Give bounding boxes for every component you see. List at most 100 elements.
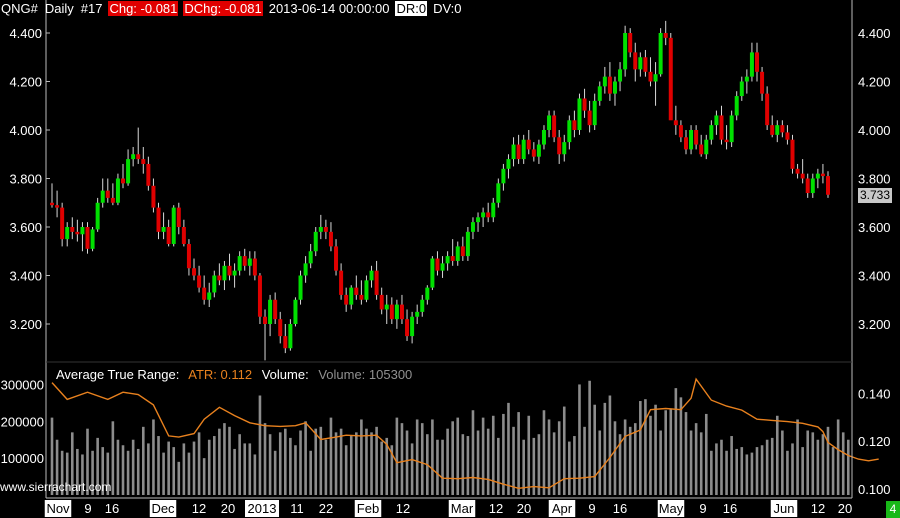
volume-bar: [796, 419, 799, 495]
volume-tick-label: 300000: [1, 377, 44, 392]
candle-body: [481, 212, 486, 218]
price-tick-label-left: 3.200: [9, 317, 42, 332]
volume-bar: [273, 450, 277, 495]
candle-body: [70, 227, 75, 232]
volume-bar: [740, 447, 744, 495]
volume-bar: [192, 441, 196, 495]
chart-number-label: #17: [80, 1, 103, 16]
candle-body: [643, 57, 648, 72]
volume-bar: [420, 423, 424, 495]
candle-up: [171, 205, 176, 247]
candle-body: [65, 227, 70, 240]
chart-header: QNG# Daily #17 Chg: -0.081 DChg: -0.081 …: [0, 0, 467, 17]
volume-bar: [831, 447, 835, 495]
volume-bar: [131, 439, 135, 495]
candle-down: [486, 202, 491, 223]
candle-up: [95, 197, 100, 232]
volume-bar: [633, 423, 637, 495]
candle-body: [770, 125, 775, 135]
volume-bar: [111, 421, 115, 495]
candle-body: [334, 246, 339, 271]
candle-body: [410, 316, 415, 337]
date-tick-label: 9: [588, 501, 595, 516]
volume-bar: [314, 428, 318, 495]
candle-down: [770, 115, 775, 138]
volume-bar: [598, 430, 602, 495]
candle-body: [516, 144, 521, 160]
candle-down: [607, 62, 612, 101]
candle-up: [597, 81, 602, 106]
candle-body: [339, 270, 344, 295]
candle-body: [790, 139, 795, 169]
price-tick-label-left: 3.600: [9, 220, 42, 235]
volume-bar: [116, 439, 120, 495]
candle-body: [110, 197, 115, 203]
candle-body: [618, 69, 623, 82]
volume-bar: [365, 428, 368, 495]
candle-down: [719, 105, 724, 145]
candle-body: [354, 287, 359, 295]
candle-up: [232, 263, 237, 288]
price-chart[interactable]: 3.200 3.200 3.400 3.400 3.600 3.600 3.800 3.800…: [0, 0, 900, 518]
candle-up: [308, 243, 313, 269]
candle-body: [805, 178, 810, 194]
price-candles: [50, 20, 830, 361]
candle-body: [405, 319, 410, 337]
candle-down: [323, 219, 328, 240]
chartbook-tab-indicator[interactable]: 4: [886, 501, 900, 518]
candle-up: [455, 241, 460, 266]
candle-body: [460, 246, 465, 257]
candle-down: [648, 57, 653, 87]
candle-body: [638, 57, 643, 70]
date-tick-label: 20: [221, 501, 235, 516]
date-tick-label: 16: [105, 501, 119, 516]
candle-down: [582, 88, 587, 118]
candle-body: [760, 71, 765, 94]
candle-body: [602, 76, 607, 87]
date-tick-label: 20: [838, 501, 852, 516]
candle-up: [506, 154, 511, 179]
date-tick-label: 9: [84, 501, 91, 516]
candle-down: [283, 324, 288, 354]
candle-body: [470, 222, 475, 232]
candle-body: [176, 207, 181, 227]
candle-up: [161, 212, 166, 240]
candle-down: [217, 263, 222, 286]
candle-body: [156, 207, 161, 232]
candle-up: [410, 311, 415, 344]
date-tick-label: Mar: [451, 501, 474, 516]
candle-up: [222, 260, 227, 291]
candle-body: [85, 227, 90, 249]
volume-bar: [481, 417, 485, 495]
candle-down: [673, 105, 678, 135]
candle-body: [668, 37, 673, 121]
volume-bar: [141, 426, 145, 495]
candle-body: [247, 258, 252, 266]
candle-body: [536, 144, 541, 157]
candle-body: [572, 120, 577, 130]
volume-bar: [781, 430, 784, 495]
volume-bar: [502, 413, 505, 495]
volume-bar: [593, 404, 596, 495]
candle-up: [394, 299, 399, 329]
candle-up: [445, 251, 450, 271]
candle-body: [121, 178, 126, 184]
candle-body: [100, 190, 105, 203]
candle-up: [775, 120, 780, 143]
candle-down: [146, 156, 151, 191]
candle-body: [268, 299, 273, 324]
candle-up: [115, 173, 120, 206]
candle-up: [212, 270, 217, 298]
date-tick-label: Dec: [151, 501, 175, 516]
date-tick-label: 16: [723, 501, 737, 516]
volume-bar: [557, 421, 561, 495]
candle-down: [354, 275, 359, 300]
candle-up: [293, 297, 298, 327]
candle-up: [541, 125, 546, 150]
volume-bar: [182, 443, 186, 495]
candle-down: [374, 260, 379, 300]
candle-down: [339, 263, 344, 300]
candle-up: [739, 76, 744, 101]
candle-down: [263, 309, 268, 361]
atr-line: [51, 377, 879, 490]
